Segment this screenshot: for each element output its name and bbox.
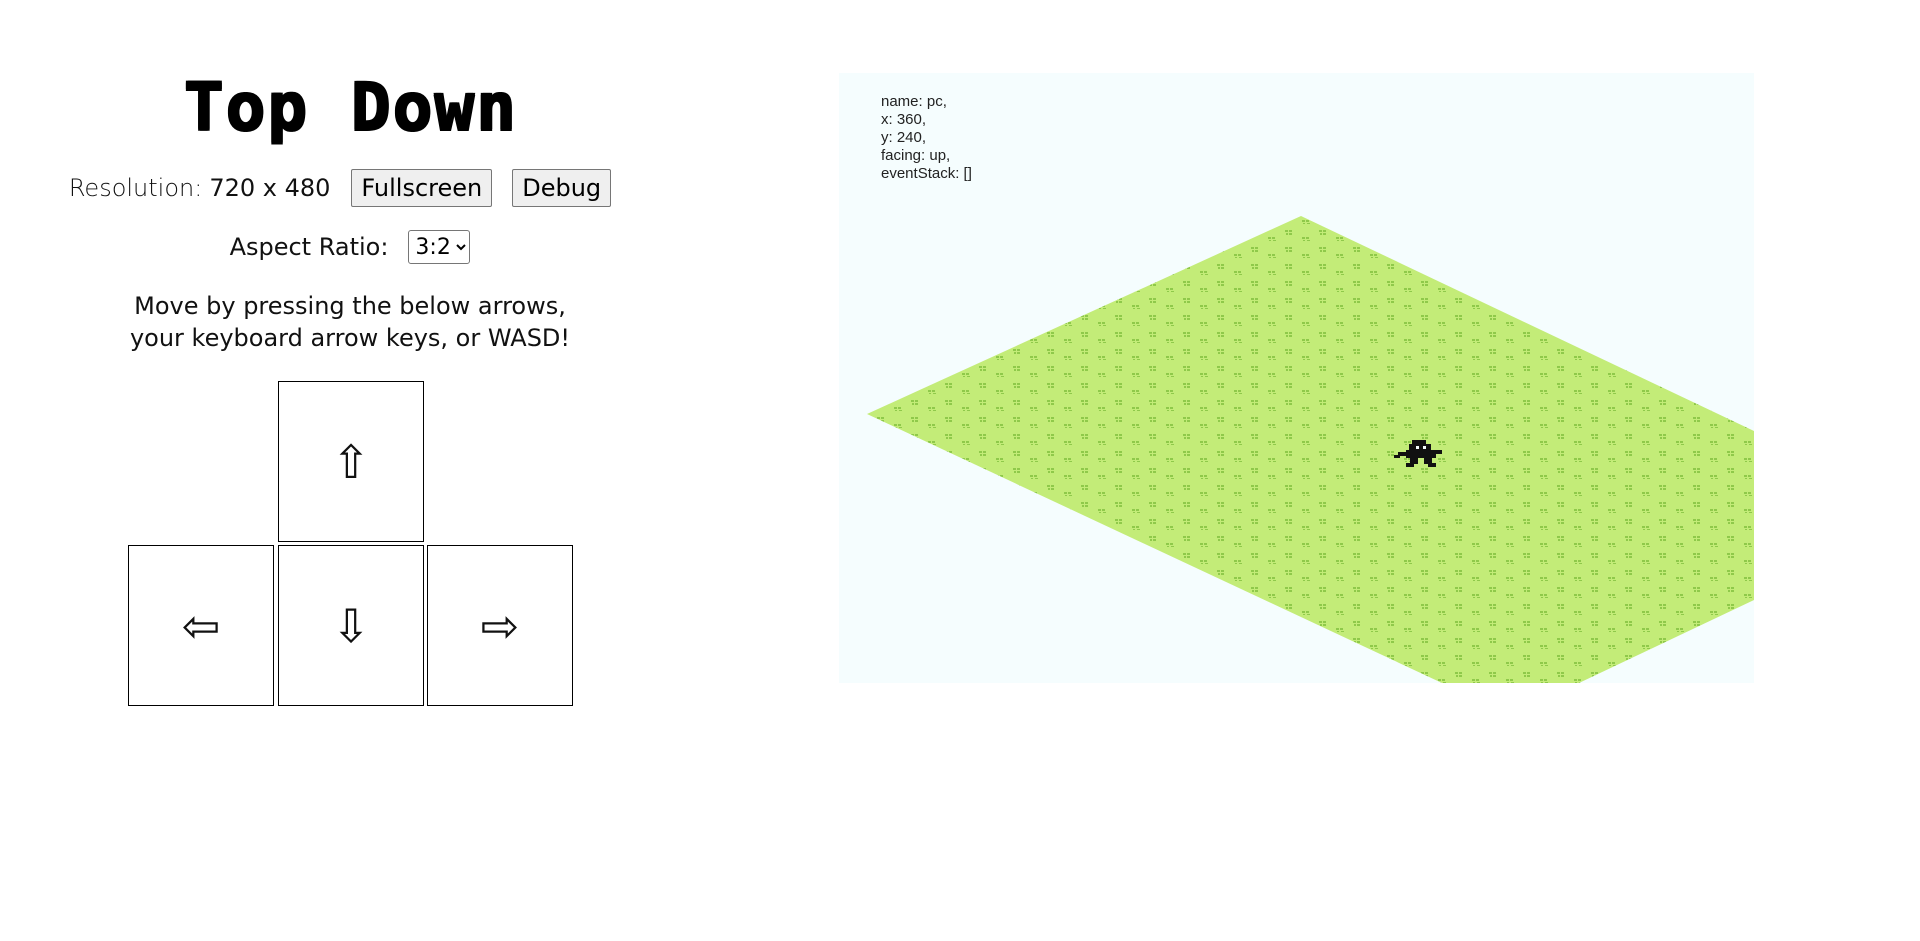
arrow-right-icon: ⇨ bbox=[480, 598, 520, 653]
aspect-ratio-row: Aspect Ratio: 3:2 bbox=[0, 229, 700, 265]
arrow-up-icon: ⇧ bbox=[331, 434, 371, 489]
grass-ground bbox=[867, 216, 1754, 683]
game-canvas[interactable]: name: pc, x: 360, y: 240, facing: up, ev… bbox=[839, 73, 1754, 683]
left-arrow-button[interactable]: ⇦ bbox=[128, 545, 274, 706]
instructions-line-2: your keyboard arrow keys, or WASD! bbox=[129, 324, 571, 352]
debug-button[interactable]: Debug bbox=[512, 169, 612, 207]
down-arrow-button[interactable]: ⇩ bbox=[278, 545, 424, 706]
debug-name: name: pc, bbox=[881, 93, 947, 110]
instructions: Move by pressing the below arrows, your … bbox=[0, 290, 700, 354]
up-arrow-button[interactable]: ⇧ bbox=[278, 381, 424, 542]
arrow-down-icon: ⇩ bbox=[331, 598, 371, 653]
right-arrow-button[interactable]: ⇨ bbox=[427, 545, 573, 706]
instructions-line-1: Move by pressing the below arrows, bbox=[134, 292, 566, 320]
aspect-ratio-select[interactable]: 3:2 bbox=[408, 230, 471, 264]
resolution-row: Resolution: 720 x 480 Fullscreen Debug bbox=[0, 168, 700, 208]
grass-tile-area bbox=[867, 216, 1754, 683]
debug-x: x: 360, bbox=[881, 111, 927, 128]
page-title: Top Down bbox=[183, 68, 517, 145]
aspect-ratio-label: Aspect Ratio: bbox=[229, 233, 389, 261]
debug-facing: facing: up, bbox=[881, 147, 951, 164]
resolution-value: 720 x 480 bbox=[209, 174, 331, 202]
control-panel: Top Down Resolution: 720 x 480 Fullscree… bbox=[0, 0, 700, 941]
debug-event-stack: eventStack: [] bbox=[881, 165, 972, 182]
arrow-left-icon: ⇦ bbox=[181, 598, 221, 653]
fullscreen-button[interactable]: Fullscreen bbox=[351, 169, 493, 207]
debug-y: y: 240, bbox=[881, 129, 927, 146]
player-sprite-icon bbox=[1394, 440, 1442, 467]
resolution-label: Resolution: bbox=[68, 174, 203, 202]
debug-overlay: name: pc, x: 360, y: 240, facing: up, ev… bbox=[881, 93, 972, 183]
